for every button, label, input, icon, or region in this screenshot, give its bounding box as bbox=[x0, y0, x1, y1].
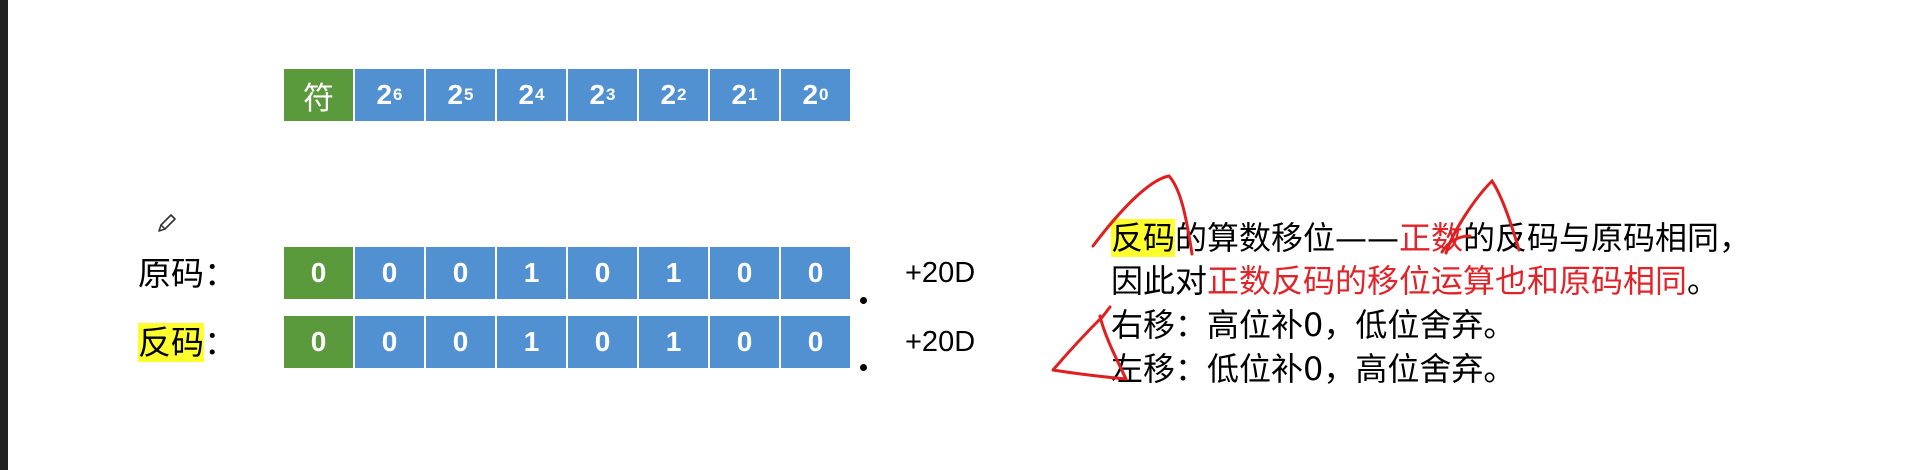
handwritten-annotations bbox=[1051, 174, 1521, 381]
ink-circle-mark bbox=[1091, 174, 1194, 256]
ink-circle-mark bbox=[1444, 178, 1521, 255]
ink-triangle-mark bbox=[1051, 305, 1128, 381]
